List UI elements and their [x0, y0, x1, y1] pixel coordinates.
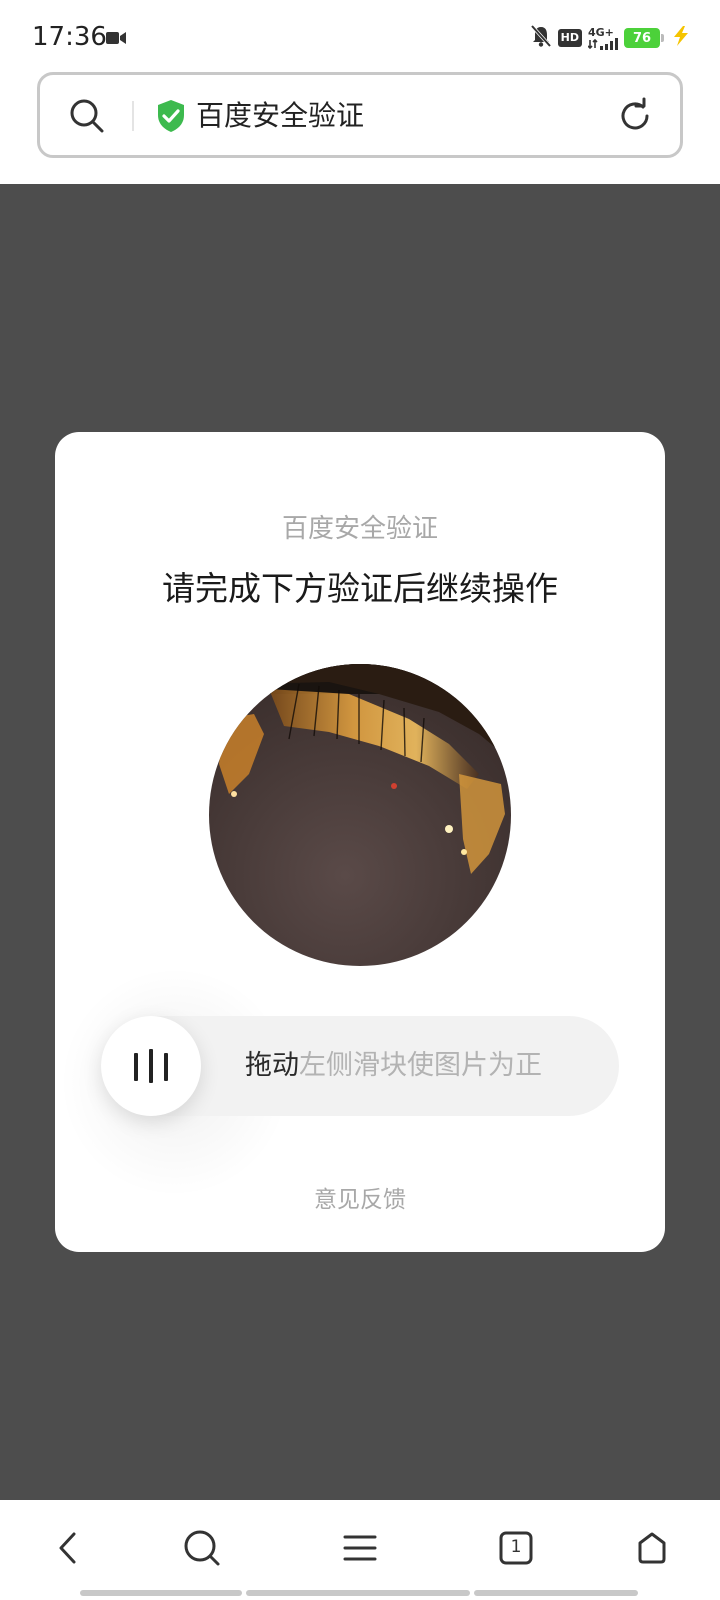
- address-bar[interactable]: 百度安全验证: [37, 72, 683, 158]
- battery-level: 76: [632, 30, 652, 46]
- slider-hint-rest: 左侧滑块使图片为正: [299, 1050, 542, 1081]
- feedback-link[interactable]: 意见反馈: [55, 1180, 665, 1214]
- page-title[interactable]: 百度安全验证: [196, 97, 364, 135]
- search-icon[interactable]: [68, 97, 106, 139]
- shield-check-icon: [156, 99, 186, 137]
- signal-icon: 4G+: [588, 27, 618, 50]
- dialog-title: 请完成下方验证后继续操作: [162, 569, 558, 608]
- gesture-bar-center: [246, 1590, 470, 1596]
- slider-hint-strong: 拖动: [245, 1050, 299, 1081]
- gesture-bar-left: [80, 1590, 242, 1596]
- status-bar: 17:36 HD 4G+ 76: [0, 0, 720, 72]
- home-icon[interactable]: [630, 1526, 674, 1570]
- tabs-icon[interactable]: 1: [494, 1526, 538, 1570]
- back-icon[interactable]: [46, 1526, 90, 1570]
- battery-indicator: 76: [624, 28, 664, 48]
- charging-icon: [672, 26, 690, 50]
- reload-icon[interactable]: [616, 97, 654, 139]
- video-camera-icon: [106, 30, 126, 50]
- address-divider: [132, 101, 134, 131]
- status-icons: HD 4G+ 76: [530, 24, 690, 52]
- verification-dialog: 百度安全验证 请完成下方验证后继续操作 拖动左侧滑块使图片为正 意见反馈: [55, 432, 665, 1252]
- slider-handle[interactable]: [101, 1016, 201, 1116]
- tab-count: 1: [510, 1537, 522, 1557]
- search-icon[interactable]: [180, 1526, 224, 1570]
- hd-badge: HD: [557, 29, 582, 47]
- mute-bell-icon: [530, 24, 552, 52]
- gesture-bar-right: [474, 1590, 638, 1596]
- grip-icon: [134, 1049, 168, 1083]
- slider-hint: 拖动左侧滑块使图片为正: [245, 1048, 542, 1084]
- rotate-captcha-image: [209, 664, 511, 966]
- status-time: 17:36: [32, 22, 107, 52]
- menu-icon[interactable]: [338, 1526, 382, 1570]
- bottom-nav: 1: [0, 1500, 720, 1600]
- dialog-subtitle: 百度安全验证: [281, 514, 438, 544]
- network-type: 4G+: [588, 25, 614, 39]
